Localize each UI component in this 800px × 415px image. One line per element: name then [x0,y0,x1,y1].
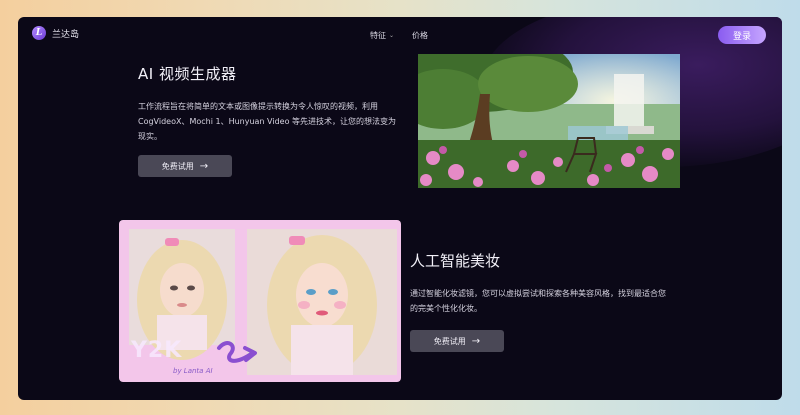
video-section-title: AI 视频生成器 [138,65,237,83]
arrow-right-icon: → [199,160,209,172]
logo[interactable]: L 兰达岛 [32,26,79,40]
y2k-label: Y2K [131,338,183,363]
nav-item-pricing[interactable]: 价格 [412,30,428,41]
makeup-section-title: 人工智能美妆 [410,252,501,270]
video-section-description: 工作流程旨在将简单的文本或图像提示转换为令人惊叹的视频，利用 CogVideoX… [138,102,397,141]
video-preview-image [418,54,680,188]
garden-scene-illustration [418,54,680,188]
button-label: 免费试用 [161,161,194,171]
app-window: L 兰达岛 特征 ⌄ 价格 登录 AI 视频生成器 工作流程旨在将简单的文本或图… [18,17,782,400]
video-try-free-button[interactable]: 免费试用 → [138,155,232,177]
makeup-try-free-button[interactable]: 免费试用 → [410,330,504,352]
arrow-right-icon: → [471,335,481,347]
login-button[interactable]: 登录 [718,26,766,44]
makeup-preview-image: Y2K by Lanta AI [119,220,401,382]
makeup-section-description: 通过智能化妆滤镜，您可以虚拟尝试和探索各种美容风格，找到最适合您的完美个性化化妆… [410,289,666,313]
app-name: 兰达岛 [52,29,80,40]
nav-item-label: 价格 [412,31,429,40]
nav-item-label: 特征 [370,31,386,40]
top-nav: 特征 ⌄ 价格 [370,30,428,41]
nav-item-features[interactable]: 特征 ⌄ [370,30,394,41]
button-label: 免费试用 [433,336,466,346]
chevron-down-icon: ⌄ [389,32,395,39]
brand-watermark: by Lanta AI [173,367,213,375]
logo-icon: L [32,26,46,40]
